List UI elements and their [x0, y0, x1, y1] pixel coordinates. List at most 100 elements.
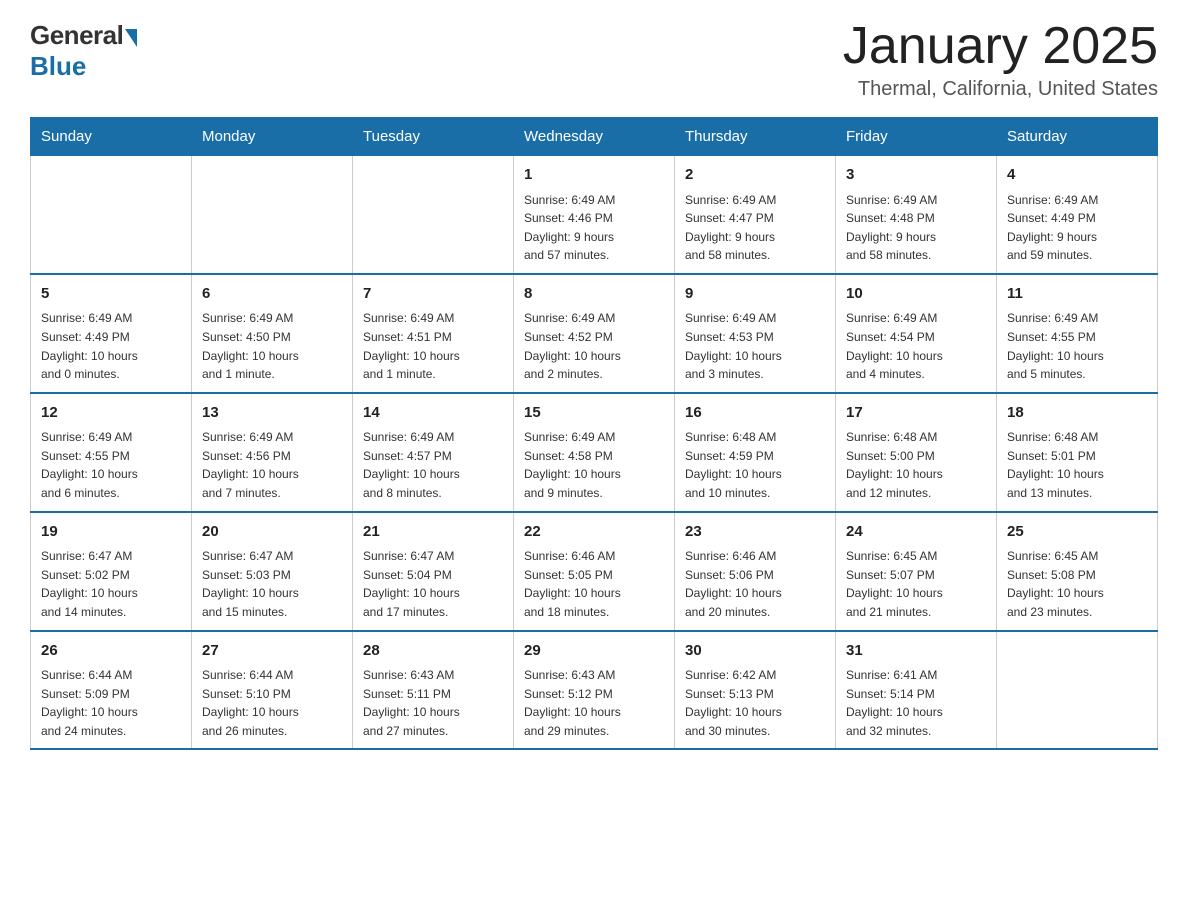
calendar-table: SundayMondayTuesdayWednesdayThursdayFrid…: [30, 117, 1158, 750]
calendar-cell: 9 Sunrise: 6:49 AMSunset: 4:53 PMDaylight…: [675, 274, 836, 393]
day-info: Sunrise: 6:49 AMSunset: 4:48 PMDaylight:…: [846, 191, 986, 265]
day-number: 6: [202, 283, 342, 306]
day-number: 3: [846, 164, 986, 187]
day-number: 28: [363, 640, 503, 663]
day-number: 26: [41, 640, 181, 663]
day-number: 17: [846, 402, 986, 425]
day-number: 11: [1007, 283, 1147, 306]
calendar-week-row: 12Sunrise: 6:49 AMSunset: 4:55 PMDayligh…: [31, 393, 1158, 512]
calendar-cell: 3 Sunrise: 6:49 AMSunset: 4:48 PMDaylight…: [836, 156, 997, 274]
day-number: 8: [524, 283, 664, 306]
day-info: Sunrise: 6:49 AMSunset: 4:49 PMDaylight:…: [41, 309, 181, 383]
day-number: 15: [524, 402, 664, 425]
day-info: Sunrise: 6:49 AMSunset: 4:47 PMDaylight:…: [685, 191, 825, 265]
calendar-cell: 20Sunrise: 6:47 AMSunset: 5:03 PMDayligh…: [192, 512, 353, 631]
day-number: 29: [524, 640, 664, 663]
day-number: 21: [363, 521, 503, 544]
day-info: Sunrise: 6:49 AMSunset: 4:55 PMDaylight:…: [1007, 309, 1147, 383]
calendar-cell: 11 Sunrise: 6:49 AMSunset: 4:55 PMDayligh…: [997, 274, 1158, 393]
day-info: Sunrise: 6:48 AMSunset: 5:01 PMDaylight:…: [1007, 428, 1147, 502]
day-info: Sunrise: 6:46 AMSunset: 5:06 PMDaylight:…: [685, 547, 825, 621]
title-section: January 2025 Thermal, California, United…: [843, 20, 1158, 101]
day-number: 19: [41, 521, 181, 544]
day-number: 7: [363, 283, 503, 306]
calendar-week-row: 5 Sunrise: 6:49 AMSunset: 4:49 PMDaylight…: [31, 274, 1158, 393]
day-number: 9: [685, 283, 825, 306]
calendar-cell: 7 Sunrise: 6:49 AMSunset: 4:51 PMDaylight…: [353, 274, 514, 393]
day-number: 22: [524, 521, 664, 544]
calendar-cell: 31 Sunrise: 6:41 AMSunset: 5:14 PMDayligh…: [836, 631, 997, 750]
calendar-cell: 25 Sunrise: 6:45 AMSunset: 5:08 PMDayligh…: [997, 512, 1158, 631]
logo: General Blue: [30, 20, 137, 82]
calendar-cell: 16 Sunrise: 6:48 AMSunset: 4:59 PMDayligh…: [675, 393, 836, 512]
calendar-cell: 21 Sunrise: 6:47 AMSunset: 5:04 PMDayligh…: [353, 512, 514, 631]
day-info: Sunrise: 6:45 AMSunset: 5:07 PMDaylight:…: [846, 547, 986, 621]
logo-blue-text: Blue: [30, 51, 86, 82]
day-info: Sunrise: 6:48 AMSunset: 5:00 PMDaylight:…: [846, 428, 986, 502]
day-info: Sunrise: 6:48 AMSunset: 4:59 PMDaylight:…: [685, 428, 825, 502]
day-info: Sunrise: 6:42 AMSunset: 5:13 PMDaylight:…: [685, 666, 825, 740]
day-info: Sunrise: 6:49 AMSunset: 4:52 PMDaylight:…: [524, 309, 664, 383]
calendar-cell: 13Sunrise: 6:49 AMSunset: 4:56 PMDayligh…: [192, 393, 353, 512]
day-info: Sunrise: 6:46 AMSunset: 5:05 PMDaylight:…: [524, 547, 664, 621]
day-number: 24: [846, 521, 986, 544]
weekday-header-tuesday: Tuesday: [353, 118, 514, 156]
day-number: 1: [524, 164, 664, 187]
calendar-cell: 28 Sunrise: 6:43 AMSunset: 5:11 PMDayligh…: [353, 631, 514, 750]
logo-general-text: General: [30, 20, 123, 51]
calendar-cell: 10 Sunrise: 6:49 AMSunset: 4:54 PMDayligh…: [836, 274, 997, 393]
calendar-cell: 17 Sunrise: 6:48 AMSunset: 5:00 PMDayligh…: [836, 393, 997, 512]
day-number: 5: [41, 283, 181, 306]
day-info: Sunrise: 6:45 AMSunset: 5:08 PMDaylight:…: [1007, 547, 1147, 621]
location-title: Thermal, California, United States: [843, 78, 1158, 101]
calendar-week-row: 19 Sunrise: 6:47 AMSunset: 5:02 PMDayligh…: [31, 512, 1158, 631]
day-info: Sunrise: 6:49 AMSunset: 4:53 PMDaylight:…: [685, 309, 825, 383]
day-info: Sunrise: 6:49 AMSunset: 4:54 PMDaylight:…: [846, 309, 986, 383]
weekday-header-thursday: Thursday: [675, 118, 836, 156]
calendar-cell: 23Sunrise: 6:46 AMSunset: 5:06 PMDayligh…: [675, 512, 836, 631]
calendar-cell: 26Sunrise: 6:44 AMSunset: 5:09 PMDayligh…: [31, 631, 192, 750]
day-info: Sunrise: 6:49 AMSunset: 4:56 PMDaylight:…: [202, 428, 342, 502]
weekday-header-wednesday: Wednesday: [514, 118, 675, 156]
calendar-header-row: SundayMondayTuesdayWednesdayThursdayFrid…: [31, 118, 1158, 156]
calendar-cell: 4Sunrise: 6:49 AMSunset: 4:49 PMDaylight…: [997, 156, 1158, 274]
calendar-cell: 18 Sunrise: 6:48 AMSunset: 5:01 PMDayligh…: [997, 393, 1158, 512]
calendar-cell: 22 Sunrise: 6:46 AMSunset: 5:05 PMDayligh…: [514, 512, 675, 631]
day-number: 12: [41, 402, 181, 425]
calendar-cell: 5 Sunrise: 6:49 AMSunset: 4:49 PMDaylight…: [31, 274, 192, 393]
calendar-week-row: 26Sunrise: 6:44 AMSunset: 5:09 PMDayligh…: [31, 631, 1158, 750]
day-info: Sunrise: 6:47 AMSunset: 5:04 PMDaylight:…: [363, 547, 503, 621]
calendar-cell: 1Sunrise: 6:49 AMSunset: 4:46 PMDaylight…: [514, 156, 675, 274]
calendar-cell: 27Sunrise: 6:44 AMSunset: 5:10 PMDayligh…: [192, 631, 353, 750]
day-info: Sunrise: 6:49 AMSunset: 4:49 PMDaylight:…: [1007, 191, 1147, 265]
calendar-cell: 8 Sunrise: 6:49 AMSunset: 4:52 PMDaylight…: [514, 274, 675, 393]
day-info: Sunrise: 6:41 AMSunset: 5:14 PMDaylight:…: [846, 666, 986, 740]
day-info: Sunrise: 6:49 AMSunset: 4:51 PMDaylight:…: [363, 309, 503, 383]
calendar-body: 1Sunrise: 6:49 AMSunset: 4:46 PMDaylight…: [31, 156, 1158, 750]
day-info: Sunrise: 6:43 AMSunset: 5:12 PMDaylight:…: [524, 666, 664, 740]
calendar-cell: [353, 156, 514, 274]
weekday-header-monday: Monday: [192, 118, 353, 156]
weekday-header-friday: Friday: [836, 118, 997, 156]
day-info: Sunrise: 6:49 AMSunset: 4:58 PMDaylight:…: [524, 428, 664, 502]
calendar-cell: 30 Sunrise: 6:42 AMSunset: 5:13 PMDayligh…: [675, 631, 836, 750]
calendar-cell: 6Sunrise: 6:49 AMSunset: 4:50 PMDaylight…: [192, 274, 353, 393]
logo-arrow-icon: [125, 29, 137, 47]
day-number: 18: [1007, 402, 1147, 425]
calendar-cell: 14Sunrise: 6:49 AMSunset: 4:57 PMDayligh…: [353, 393, 514, 512]
day-info: Sunrise: 6:43 AMSunset: 5:11 PMDaylight:…: [363, 666, 503, 740]
calendar-cell: 29 Sunrise: 6:43 AMSunset: 5:12 PMDayligh…: [514, 631, 675, 750]
calendar-week-row: 1Sunrise: 6:49 AMSunset: 4:46 PMDaylight…: [31, 156, 1158, 274]
calendar-cell: [31, 156, 192, 274]
day-number: 30: [685, 640, 825, 663]
day-info: Sunrise: 6:47 AMSunset: 5:03 PMDaylight:…: [202, 547, 342, 621]
day-number: 25: [1007, 521, 1147, 544]
day-number: 16: [685, 402, 825, 425]
day-info: Sunrise: 6:49 AMSunset: 4:57 PMDaylight:…: [363, 428, 503, 502]
day-number: 27: [202, 640, 342, 663]
weekday-header-saturday: Saturday: [997, 118, 1158, 156]
day-number: 2: [685, 164, 825, 187]
day-number: 31: [846, 640, 986, 663]
day-number: 10: [846, 283, 986, 306]
day-info: Sunrise: 6:47 AMSunset: 5:02 PMDaylight:…: [41, 547, 181, 621]
